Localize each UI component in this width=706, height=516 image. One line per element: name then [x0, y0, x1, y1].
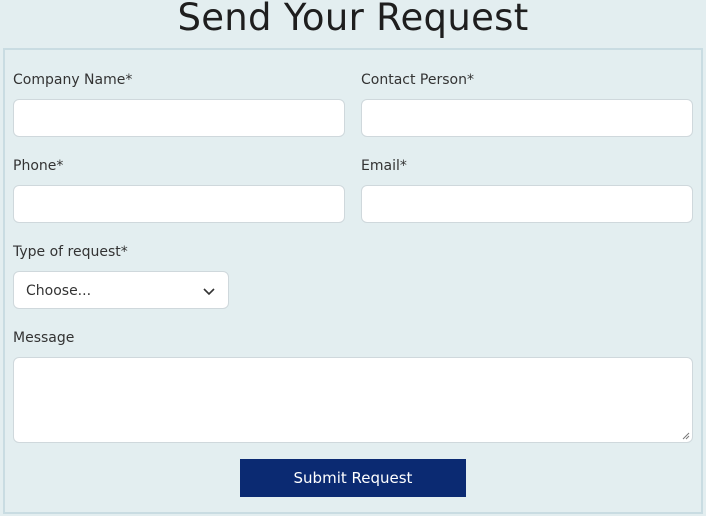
submit-request-button[interactable]: Submit Request — [240, 459, 466, 497]
request-type-select[interactable]: Choose... — [13, 271, 229, 309]
page-title: Send Your Request — [177, 0, 529, 39]
request-type-value: Choose... — [26, 283, 92, 299]
phone-input[interactable] — [13, 185, 345, 223]
chevron-down-icon — [203, 288, 215, 296]
company-name-label: Company Name* — [13, 72, 133, 88]
contact-person-label: Contact Person* — [361, 72, 474, 88]
contact-person-input[interactable] — [361, 99, 693, 137]
company-name-input[interactable] — [13, 99, 345, 137]
email-input[interactable] — [361, 185, 693, 223]
email-label: Email* — [361, 158, 407, 174]
message-label: Message — [13, 330, 75, 346]
request-page: Send Your Request Company Name* Contact … — [0, 0, 706, 516]
phone-label: Phone* — [13, 158, 64, 174]
resize-handle-icon[interactable] — [682, 432, 690, 440]
message-textarea[interactable] — [13, 357, 693, 443]
request-type-label: Type of request* — [13, 244, 128, 260]
